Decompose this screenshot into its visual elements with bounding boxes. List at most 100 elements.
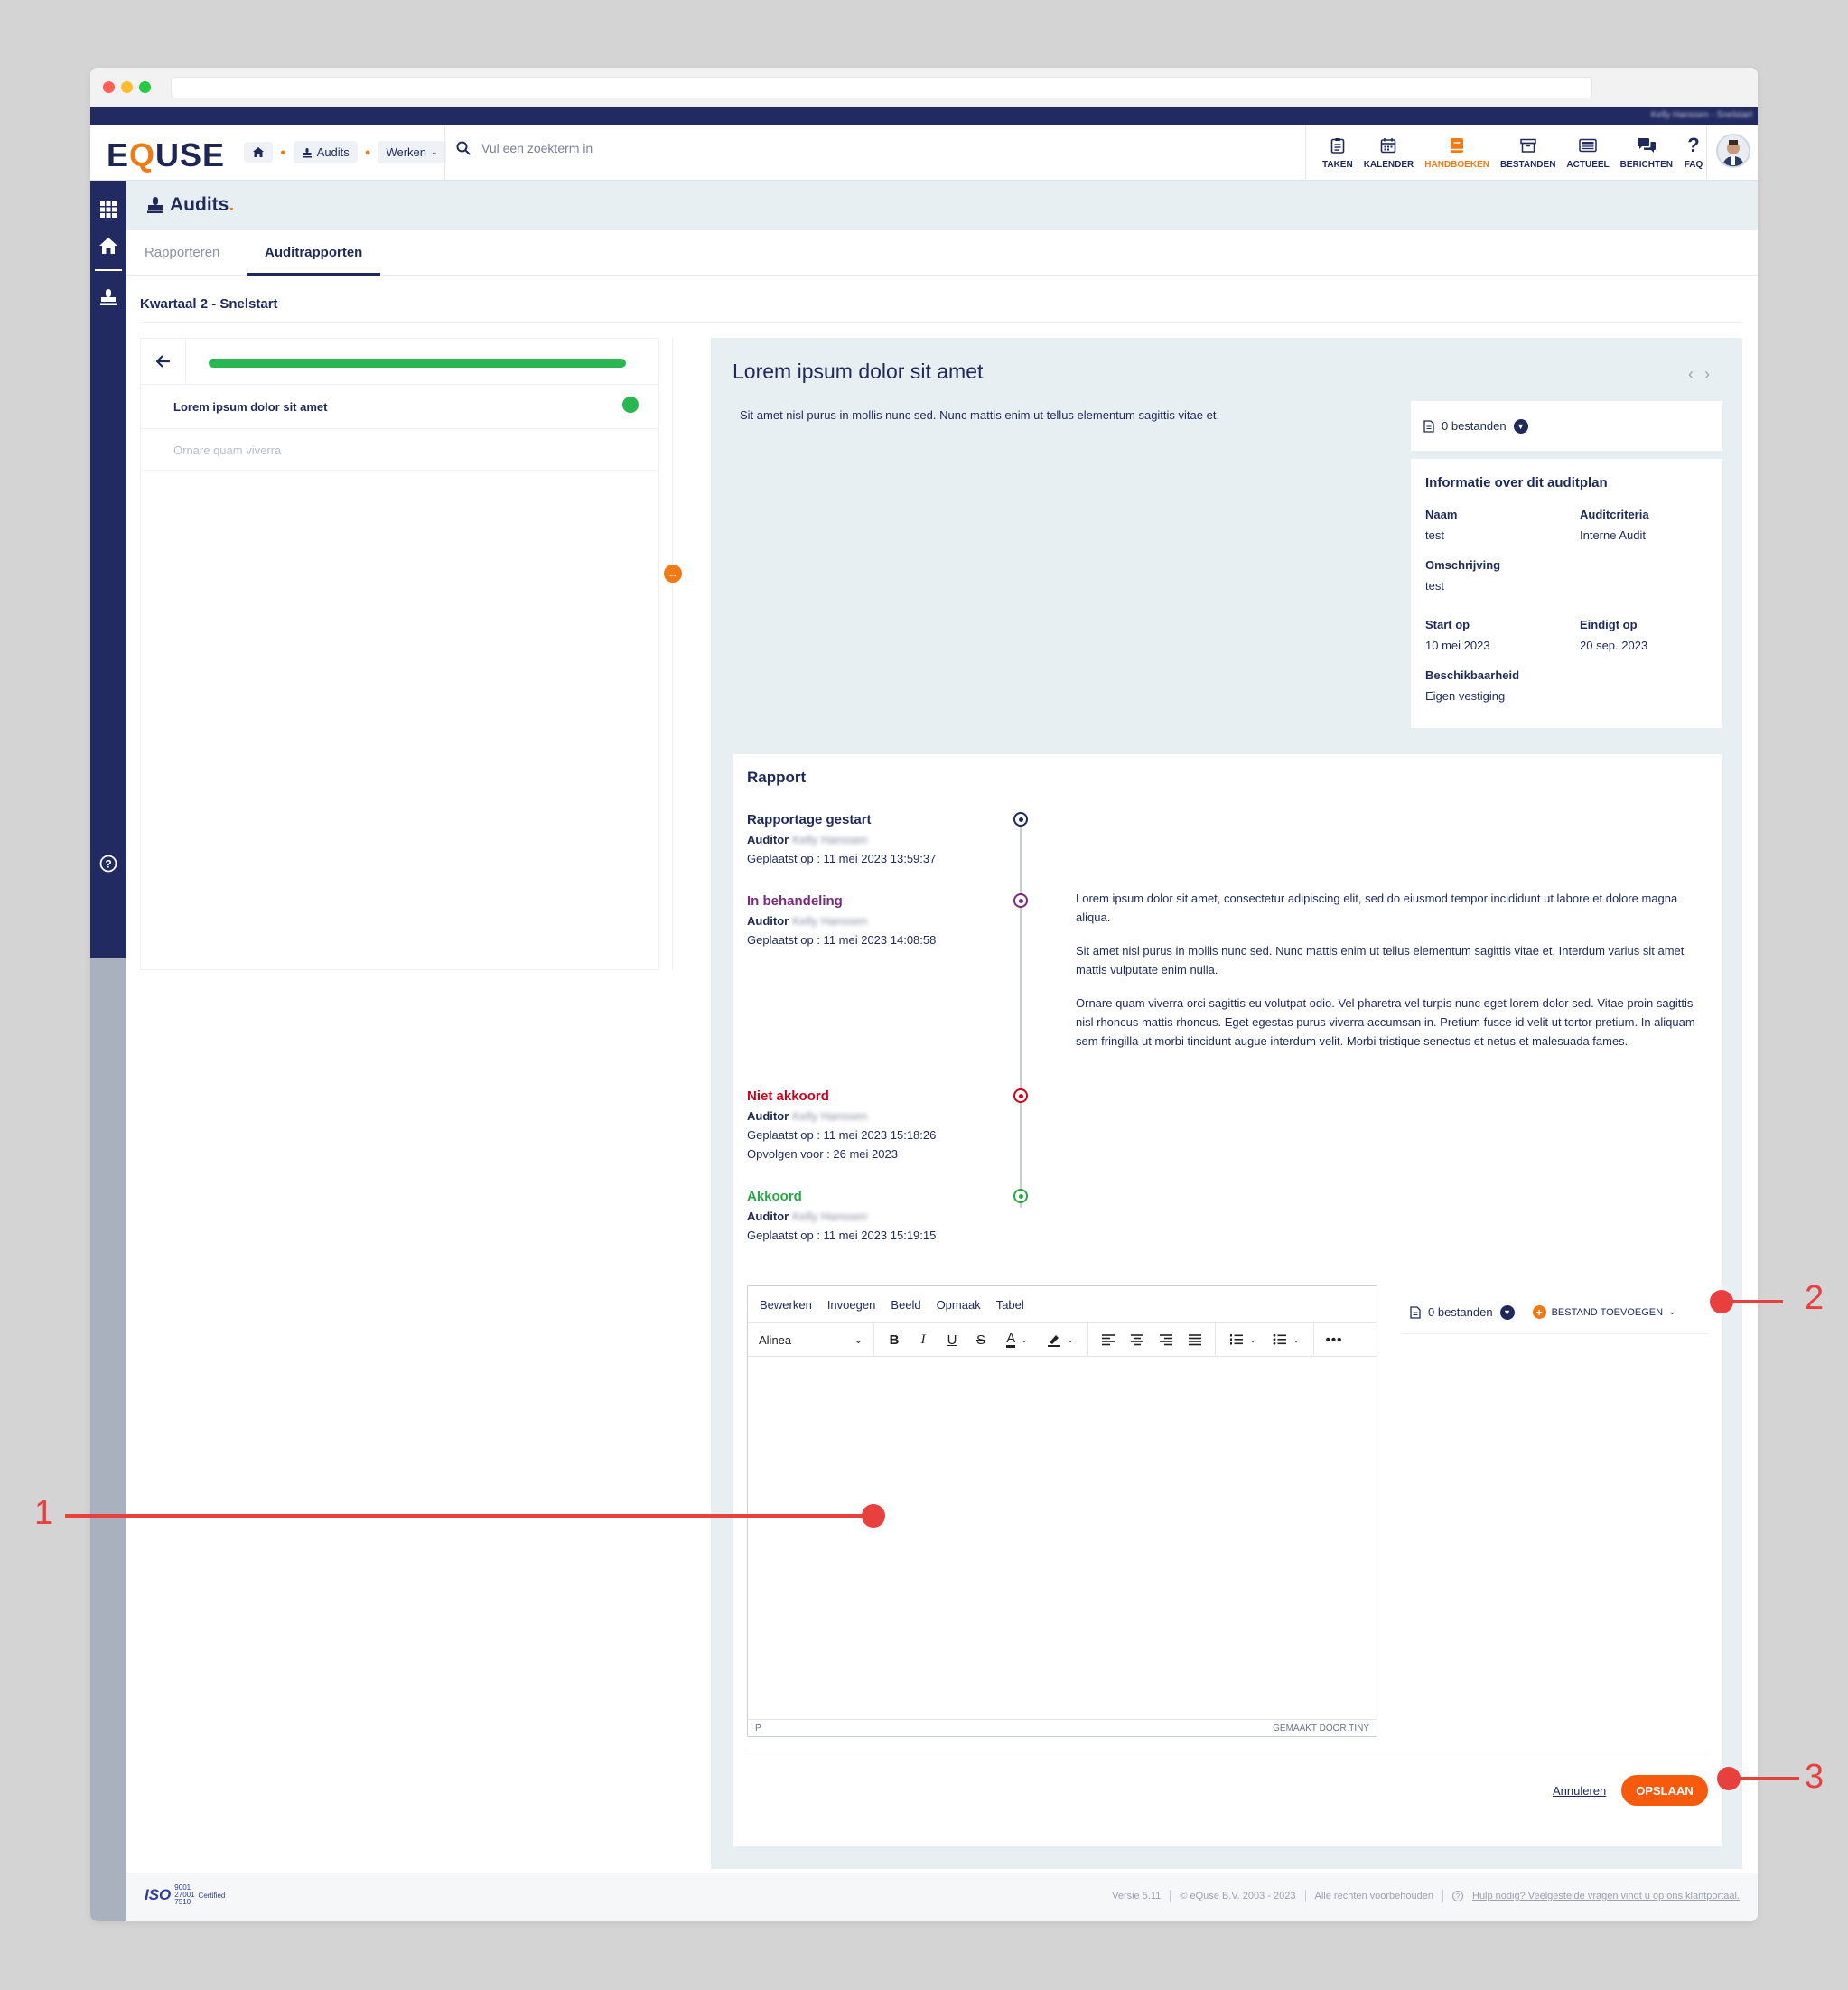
progress-bar: [209, 359, 626, 368]
divider: [141, 428, 658, 429]
search-input[interactable]: Vul een zoekterm in: [481, 141, 593, 155]
chevron-right-icon: ●: [280, 146, 286, 158]
nav-handboeken[interactable]: HANDBOEKEN: [1419, 125, 1495, 181]
browser-chrome: [90, 68, 1758, 107]
panel-splitter: [672, 338, 673, 970]
main-content: Audits. Rapporteren Auditrapporten Kwart…: [126, 181, 1758, 1921]
close-window-icon[interactable]: [103, 81, 115, 93]
underline-icon[interactable]: U: [938, 1327, 966, 1352]
maximize-window-icon[interactable]: [139, 81, 151, 93]
minimize-window-icon[interactable]: [121, 81, 133, 93]
avatar[interactable]: [1716, 134, 1750, 168]
divider: [140, 322, 1742, 323]
breadcrumb-audits[interactable]: Audits: [293, 141, 358, 163]
search-bar[interactable]: Vul een zoekterm in: [456, 141, 593, 155]
info-value: test: [1425, 579, 1444, 593]
info-label: Beschikbaarheid: [1425, 668, 1520, 682]
nav-actueel[interactable]: ACTUEEL: [1561, 125, 1614, 181]
nav-faq[interactable]: ? FAQ: [1678, 125, 1709, 181]
home-icon[interactable]: [98, 235, 119, 257]
event-auditor: Auditor Kelly Hanssen: [747, 1210, 868, 1223]
news-icon: [1578, 135, 1598, 155]
menu-bewerken[interactable]: Bewerken: [760, 1298, 812, 1312]
menu-opmaak[interactable]: Opmaak: [937, 1298, 981, 1312]
help-circle-icon[interactable]: ?: [98, 853, 119, 874]
chevron-right-icon[interactable]: ›: [1704, 365, 1710, 384]
italic-icon[interactable]: I: [909, 1327, 938, 1352]
top-nav: TAKEN KALENDER HANDBOEKEN BESTANDEN ACTU…: [1317, 125, 1709, 181]
numbered-list-icon[interactable]: ⌄: [1221, 1327, 1265, 1352]
tab-auditrapporten[interactable]: Auditrapporten: [265, 245, 362, 260]
block-format-select[interactable]: Alinea ⌄: [748, 1323, 874, 1356]
help-link[interactable]: Hulp nodig? Veelgestelde vragen vindt u …: [1472, 1891, 1740, 1901]
menu-tabel[interactable]: Tabel: [996, 1298, 1024, 1312]
list-item: Ornare quam viverra: [173, 444, 282, 457]
sidebar-filler: [90, 958, 126, 1921]
resize-handle-icon[interactable]: ↔: [664, 565, 682, 583]
back-button[interactable]: [141, 339, 186, 384]
divider: [141, 470, 658, 471]
chevron-down-icon[interactable]: ▼: [1513, 418, 1528, 434]
annotation-number: 3: [1805, 1758, 1825, 1796]
editor-toolbar: Alinea ⌄ B I U S A ⌄ ⌄ ⌄ ⌄ •••: [748, 1322, 1377, 1357]
version-label: Versie 5.11: [1112, 1891, 1162, 1901]
nav-kalender[interactable]: KALENDER: [1358, 125, 1420, 181]
attachments-row: 0 bestanden ▼ + BESTAND TOEVOEGEN ⌄: [1401, 1291, 1708, 1334]
question-files[interactable]: 0 bestanden ▼: [1411, 401, 1722, 451]
auditplan-info: Informatie over dit auditplan Naam test …: [1411, 459, 1722, 728]
browser-window: Kelly Hanssen - Snelstart EQUSE ● Audits…: [90, 68, 1758, 1921]
nav-taken[interactable]: TAKEN: [1317, 125, 1358, 181]
editor-body[interactable]: [748, 1357, 1377, 1720]
event-follow-up: Opvolgen voor : 26 mei 2023: [747, 1147, 898, 1161]
cancel-button[interactable]: Annuleren: [1553, 1784, 1606, 1798]
align-justify-icon[interactable]: [1181, 1327, 1209, 1352]
text-color-icon[interactable]: A ⌄: [995, 1327, 1039, 1352]
chat-icon: [1637, 135, 1657, 155]
align-left-icon[interactable]: [1094, 1327, 1123, 1352]
editor-branding[interactable]: GEMAAKT DOOR TINY: [1273, 1724, 1369, 1733]
user-avatar-icon: [1722, 140, 1745, 166]
divider: [1170, 1890, 1171, 1902]
bullet-list-icon[interactable]: ⌄: [1265, 1327, 1308, 1352]
strikethrough-icon[interactable]: S: [966, 1327, 995, 1352]
equse-logo[interactable]: EQUSE: [107, 136, 225, 174]
chevron-down-icon[interactable]: ▼: [1499, 1304, 1515, 1320]
menu-beeld[interactable]: Beeld: [891, 1298, 920, 1312]
list-item[interactable]: Lorem ipsum dolor sit amet: [173, 400, 327, 414]
save-button[interactable]: OPSLAAN: [1621, 1775, 1708, 1806]
timeline-node: [1013, 1088, 1028, 1103]
bold-icon[interactable]: B: [880, 1327, 909, 1352]
calendar-icon: [1378, 135, 1398, 155]
stamp-icon[interactable]: [98, 286, 119, 308]
event-placed: Geplaatst op : 11 mei 2023 13:59:37: [747, 852, 937, 865]
apps-grid-icon[interactable]: [98, 199, 119, 220]
add-file-button[interactable]: + BESTAND TOEVOEGEN ⌄: [1532, 1305, 1675, 1319]
nav-bestanden[interactable]: BESTANDEN: [1495, 125, 1561, 181]
align-center-icon[interactable]: [1123, 1327, 1152, 1352]
copyright-label: © eQuse B.V. 2003 - 2023: [1180, 1891, 1296, 1901]
book-icon: [1447, 135, 1467, 155]
annotation-marker: [862, 1504, 885, 1528]
element-path[interactable]: P: [755, 1724, 761, 1733]
menu-invoegen[interactable]: Invoegen: [827, 1298, 876, 1312]
event-comment: Ornare quam viverra orci sagittis eu vol…: [1076, 996, 1695, 1048]
tab-rapporteren[interactable]: Rapporteren: [145, 245, 219, 260]
nav-berichten[interactable]: BERICHTEN: [1615, 125, 1678, 181]
highlight-icon[interactable]: ⌄: [1039, 1327, 1082, 1352]
divider: [444, 125, 445, 181]
info-value: 20 sep. 2023: [1580, 639, 1648, 652]
event-title: Rapportage gestart: [747, 812, 872, 827]
iso-certification-badge: ISO 9001 27001 7510 Certified: [145, 1883, 226, 1906]
event-title: In behandeling: [747, 893, 843, 909]
arrow-left-icon: [155, 355, 170, 368]
align-right-icon[interactable]: [1152, 1327, 1181, 1352]
info-value: 10 mei 2023: [1425, 639, 1490, 652]
timeline-node: [1013, 1189, 1028, 1203]
chevron-left-icon[interactable]: ‹: [1688, 365, 1694, 384]
more-icon[interactable]: •••: [1320, 1327, 1349, 1352]
breadcrumb-home[interactable]: [244, 142, 273, 163]
divider: [141, 384, 658, 385]
address-bar[interactable]: [171, 77, 1592, 98]
info-title: Informatie over dit auditplan: [1425, 475, 1608, 490]
breadcrumb-werken[interactable]: Werken ⌄: [378, 141, 446, 163]
